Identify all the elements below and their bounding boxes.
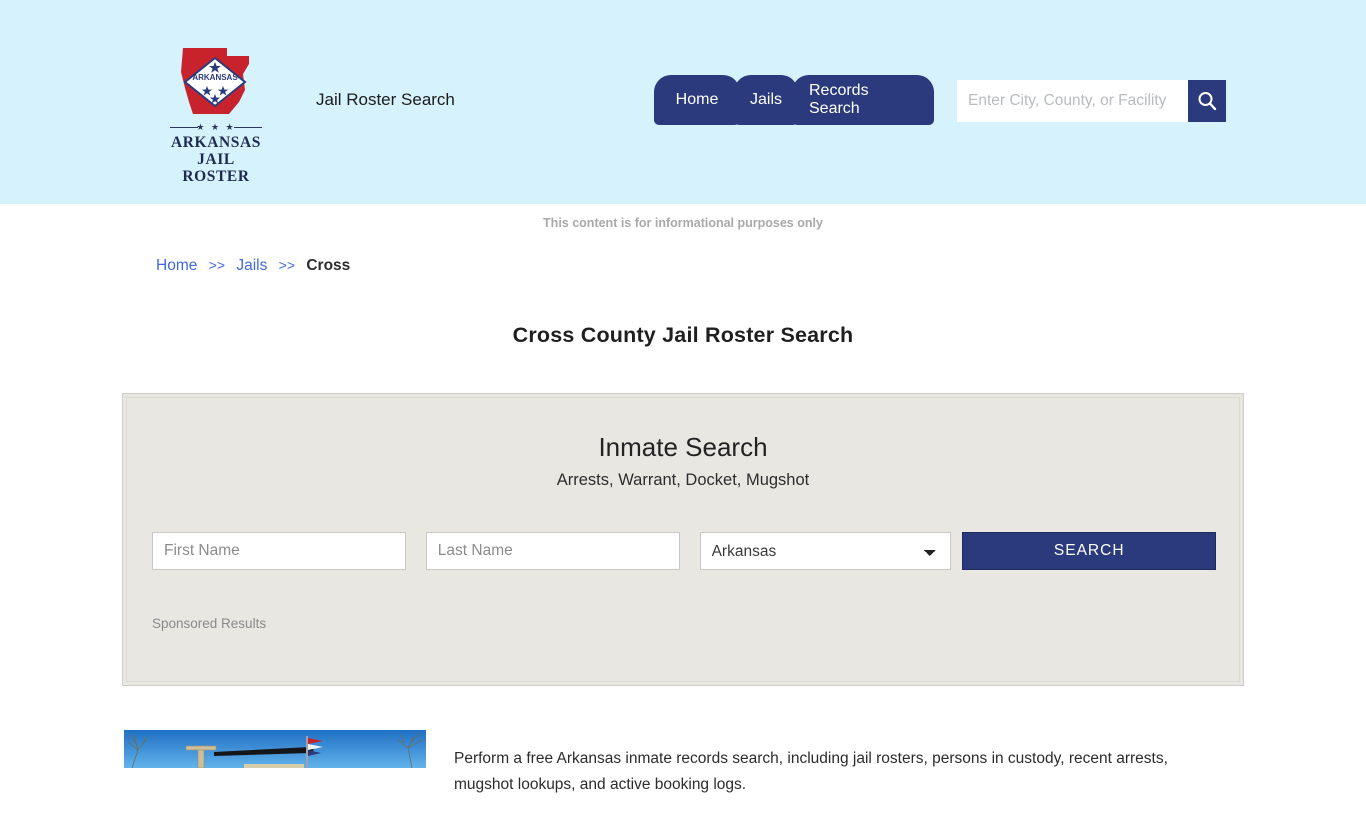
intro-content-row: Perform a free Arkansas inmate records s… xyxy=(124,730,1244,813)
arkansas-label: ARKANSAS xyxy=(192,73,238,82)
arkansas-map-icon: ARKANSAS xyxy=(163,44,269,119)
panel-subtitle: Arrests, Warrant, Docket, Mugshot xyxy=(556,471,810,489)
brand-logo[interactable]: ARKANSAS ★ ★ ★ ARKANSAS JAIL ROSTER xyxy=(163,44,269,185)
intro-paragraph: Perform a free Arkansas inmate records s… xyxy=(454,749,1168,793)
header-search-button[interactable] xyxy=(1188,80,1226,122)
breadcrumb-separator-2: >> xyxy=(278,257,296,273)
divider-right-rule xyxy=(234,127,262,128)
site-header: ARKANSAS ★ ★ ★ ARKANSAS JAIL ROSTER Jail… xyxy=(0,0,1366,204)
search-icon xyxy=(1198,92,1217,111)
brand-divider: ★ ★ ★ xyxy=(170,122,262,132)
panel-title: Inmate Search xyxy=(598,432,768,462)
breadcrumb: Home >> Jails >> Cross xyxy=(156,257,350,275)
brand-name-line2: JAIL ROSTER xyxy=(182,151,250,185)
header-search xyxy=(957,80,1226,122)
site-tagline: Jail Roster Search xyxy=(316,90,455,109)
breadcrumb-item-home[interactable]: Home xyxy=(156,257,197,274)
divider-left-rule xyxy=(170,127,198,128)
header-search-input[interactable] xyxy=(957,80,1188,122)
page-title: Cross County Jail Roster Search xyxy=(512,323,854,348)
informational-notice: This content is for informational purpos… xyxy=(543,216,823,230)
nav-item-records-search[interactable]: Records Search xyxy=(793,76,933,124)
nav-item-jails[interactable]: Jails xyxy=(735,76,797,124)
state-select[interactable]: Arkansas xyxy=(699,532,952,570)
divider-stars: ★ ★ ★ xyxy=(196,122,236,132)
main-navigation: Home Jails Records Search xyxy=(655,76,933,124)
inmate-search-form: Arkansas SEARCH xyxy=(152,532,1217,570)
breadcrumb-item-current: Cross xyxy=(306,257,351,274)
inmate-search-panel: Inmate Search Arrests, Warrant, Docket, … xyxy=(122,393,1244,686)
first-name-input[interactable] xyxy=(152,532,406,570)
nav-item-home[interactable]: Home xyxy=(655,76,739,124)
last-name-input[interactable] xyxy=(425,532,680,570)
header-inner: ARKANSAS ★ ★ ★ ARKANSAS JAIL ROSTER Jail… xyxy=(0,0,1366,204)
breadcrumb-separator-1: >> xyxy=(208,257,226,273)
sponsored-results-label: Sponsored Results xyxy=(152,616,267,631)
breadcrumb-item-jails[interactable]: Jails xyxy=(236,257,267,274)
courthouse-photo xyxy=(124,730,426,768)
inmate-search-button[interactable]: SEARCH xyxy=(962,532,1217,570)
brand-name-line1: ARKANSAS xyxy=(170,134,262,151)
